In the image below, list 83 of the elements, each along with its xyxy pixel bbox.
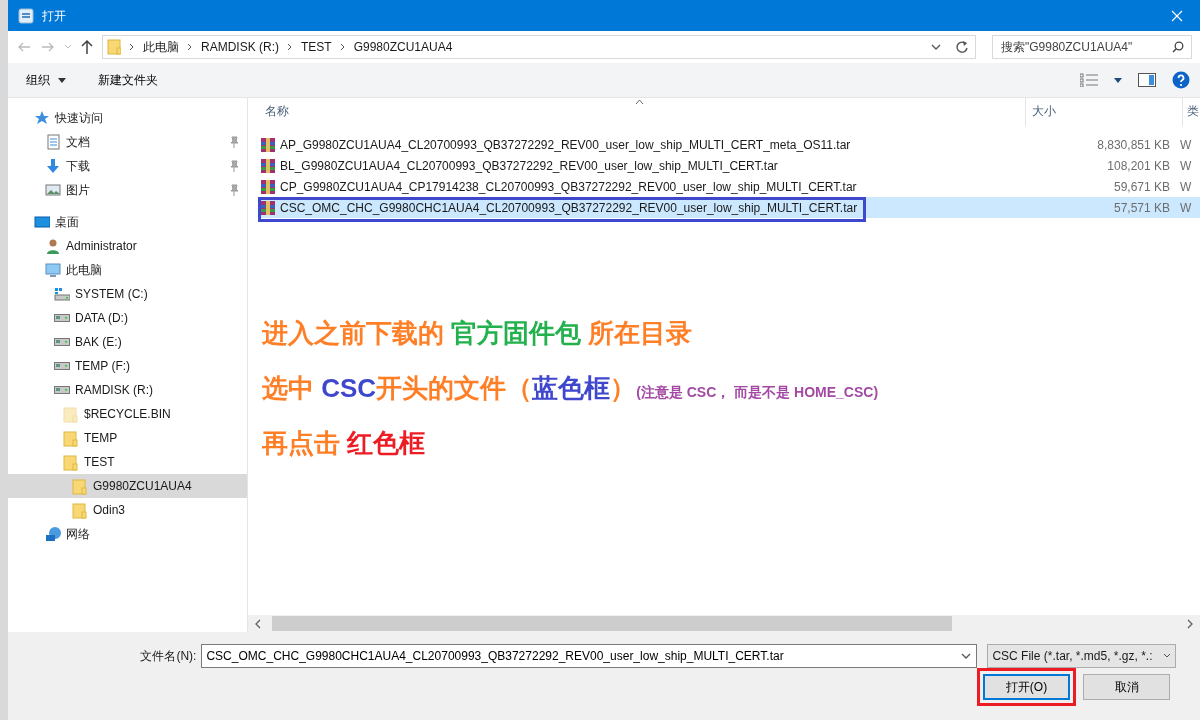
dropdown-caret-icon[interactable] xyxy=(961,653,972,659)
archive-icon xyxy=(260,136,276,153)
file-row[interactable]: AP_G9980ZCU1AUA4_CL20700993_QB37272292_REV00_user_low_ship_MULTI_CERT_meta_OS11.tar 8,830,851 KB W xyxy=(258,134,1200,155)
sidebar-item[interactable]: 下载 xyxy=(8,154,247,178)
sidebar-item[interactable]: 快速访问 xyxy=(8,106,247,130)
sidebar-item[interactable]: TEMP xyxy=(8,426,247,450)
caret-icon[interactable] xyxy=(1114,77,1122,83)
file-type-dropdown[interactable]: CSC File (*.tar, *.md5, *.gz, *.: xyxy=(987,644,1176,668)
sidebar-item[interactable]: Odin3 xyxy=(8,498,247,522)
view-list-icon[interactable] xyxy=(1080,73,1098,87)
breadcrumb-item[interactable]: RAMDISK (R:) xyxy=(201,38,279,56)
sidebar-item[interactable]: DATA (D:) xyxy=(8,306,247,330)
breadcrumb-item[interactable]: G9980ZCU1AUA4 xyxy=(353,38,453,56)
sidebar-item[interactable]: Administrator xyxy=(8,234,247,258)
sidebar-item[interactable]: BAK (E:) xyxy=(8,330,247,354)
instruction-text: 再点击 红色框 xyxy=(262,427,427,460)
sidebar-item[interactable]: SYSTEM (C:) xyxy=(8,282,247,306)
scroll-left-icon[interactable] xyxy=(254,618,262,629)
archive-icon xyxy=(260,178,276,195)
star-icon xyxy=(34,109,50,127)
sidebar-item[interactable]: 网络 xyxy=(8,522,247,546)
column-header[interactable]: 名称 xyxy=(265,104,289,118)
folder-icon xyxy=(72,501,88,519)
sidebar-item[interactable]: $RECYCLE.BIN xyxy=(8,402,247,426)
folder-icon xyxy=(107,38,121,56)
scroll-right-icon[interactable] xyxy=(1186,618,1194,629)
file-row[interactable]: BL_G9980ZCU1AUA4_CL20700993_QB37272292_REV00_user_low_ship_MULTI_CERT.tar 108,201 KB W xyxy=(258,155,1200,176)
picture-icon xyxy=(45,181,61,199)
window-title: 打开 xyxy=(42,7,67,25)
sidebar-item[interactable]: 图片 xyxy=(8,178,247,202)
document-icon xyxy=(45,133,61,151)
chevron-icon xyxy=(287,43,293,51)
chevron-icon xyxy=(339,43,346,51)
drive-icon xyxy=(54,314,70,322)
dropdown-caret-icon[interactable] xyxy=(931,44,941,50)
drive-icon xyxy=(54,285,70,303)
sidebar-item[interactable]: TEST xyxy=(8,450,247,474)
horizontal-scrollbar[interactable] xyxy=(248,615,1200,632)
monitor-icon xyxy=(45,261,61,279)
help-icon[interactable] xyxy=(1172,71,1190,89)
drive-icon xyxy=(54,362,70,370)
column-header[interactable]: 大小 xyxy=(1032,102,1056,120)
sort-caret-icon xyxy=(635,99,644,104)
instruction-text: 选中 CSC开头的文件（蓝色框）(注意是 CSC， 而是不是 HOME_CSC) xyxy=(262,372,880,405)
search-icon[interactable] xyxy=(1172,41,1184,53)
caret-icon xyxy=(1163,653,1171,659)
filename-field[interactable]: CSC_OMC_CHC_G9980CHC1AUA4_CL20700993_QB37272292_REV00_user_low_ship_MULTI_CERT.tar xyxy=(201,644,978,668)
refresh-icon[interactable] xyxy=(955,40,969,54)
organize-menu[interactable]: 组织 xyxy=(18,69,74,91)
new-folder-button[interactable]: 新建文件夹 xyxy=(90,69,166,91)
caret-icon xyxy=(58,77,66,83)
up-arrow-icon[interactable] xyxy=(80,39,94,55)
filename-label: 文件名(N): xyxy=(139,648,198,665)
preview-pane-icon[interactable] xyxy=(1138,73,1156,87)
breadcrumb-item[interactable]: TEST xyxy=(301,38,332,56)
search-field[interactable]: 搜索"G9980ZCU1AUA4" xyxy=(992,35,1192,59)
close-icon xyxy=(1171,10,1183,23)
breadcrumb-item[interactable]: 此电脑 xyxy=(143,38,179,56)
drive-icon xyxy=(54,386,70,394)
file-row[interactable]: CP_G9980ZCU1AUA4_CP17914238_CL20700993_QB37272292_REV00_user_low_ship_MULTI_CERT.tar 59,671 KB W xyxy=(258,176,1200,197)
sidebar-item[interactable]: RAMDISK (R:) xyxy=(8,378,247,402)
folder-icon xyxy=(72,477,88,495)
desktop-icon xyxy=(34,213,50,231)
sidebar-item[interactable]: TEMP (F:) xyxy=(8,354,247,378)
sidebar-item[interactable]: 此电脑 xyxy=(8,258,247,282)
archive-icon xyxy=(260,157,276,174)
window-icon xyxy=(18,7,34,24)
instruction-text: 进入之前下载的 官方固件包 所在目录 xyxy=(262,317,694,350)
chevron-icon xyxy=(187,43,193,51)
folder-icon xyxy=(63,429,79,447)
sidebar-item[interactable]: G9980ZCU1AUA4 xyxy=(8,474,247,498)
sidebar-item[interactable]: 文档 xyxy=(8,130,247,154)
drive-icon xyxy=(54,338,70,346)
chevron-icon xyxy=(129,43,135,51)
open-button[interactable]: 打开(O) xyxy=(983,674,1070,700)
sidebar-item[interactable]: 桌面 xyxy=(8,210,247,234)
column-header[interactable]: 类 xyxy=(1187,102,1199,120)
archive-icon xyxy=(260,199,276,216)
folder-icon xyxy=(63,453,79,471)
globe-icon xyxy=(45,525,61,543)
down-arrow-icon xyxy=(45,157,61,175)
user-icon xyxy=(45,237,61,255)
cancel-button[interactable]: 取消 xyxy=(1083,674,1170,700)
